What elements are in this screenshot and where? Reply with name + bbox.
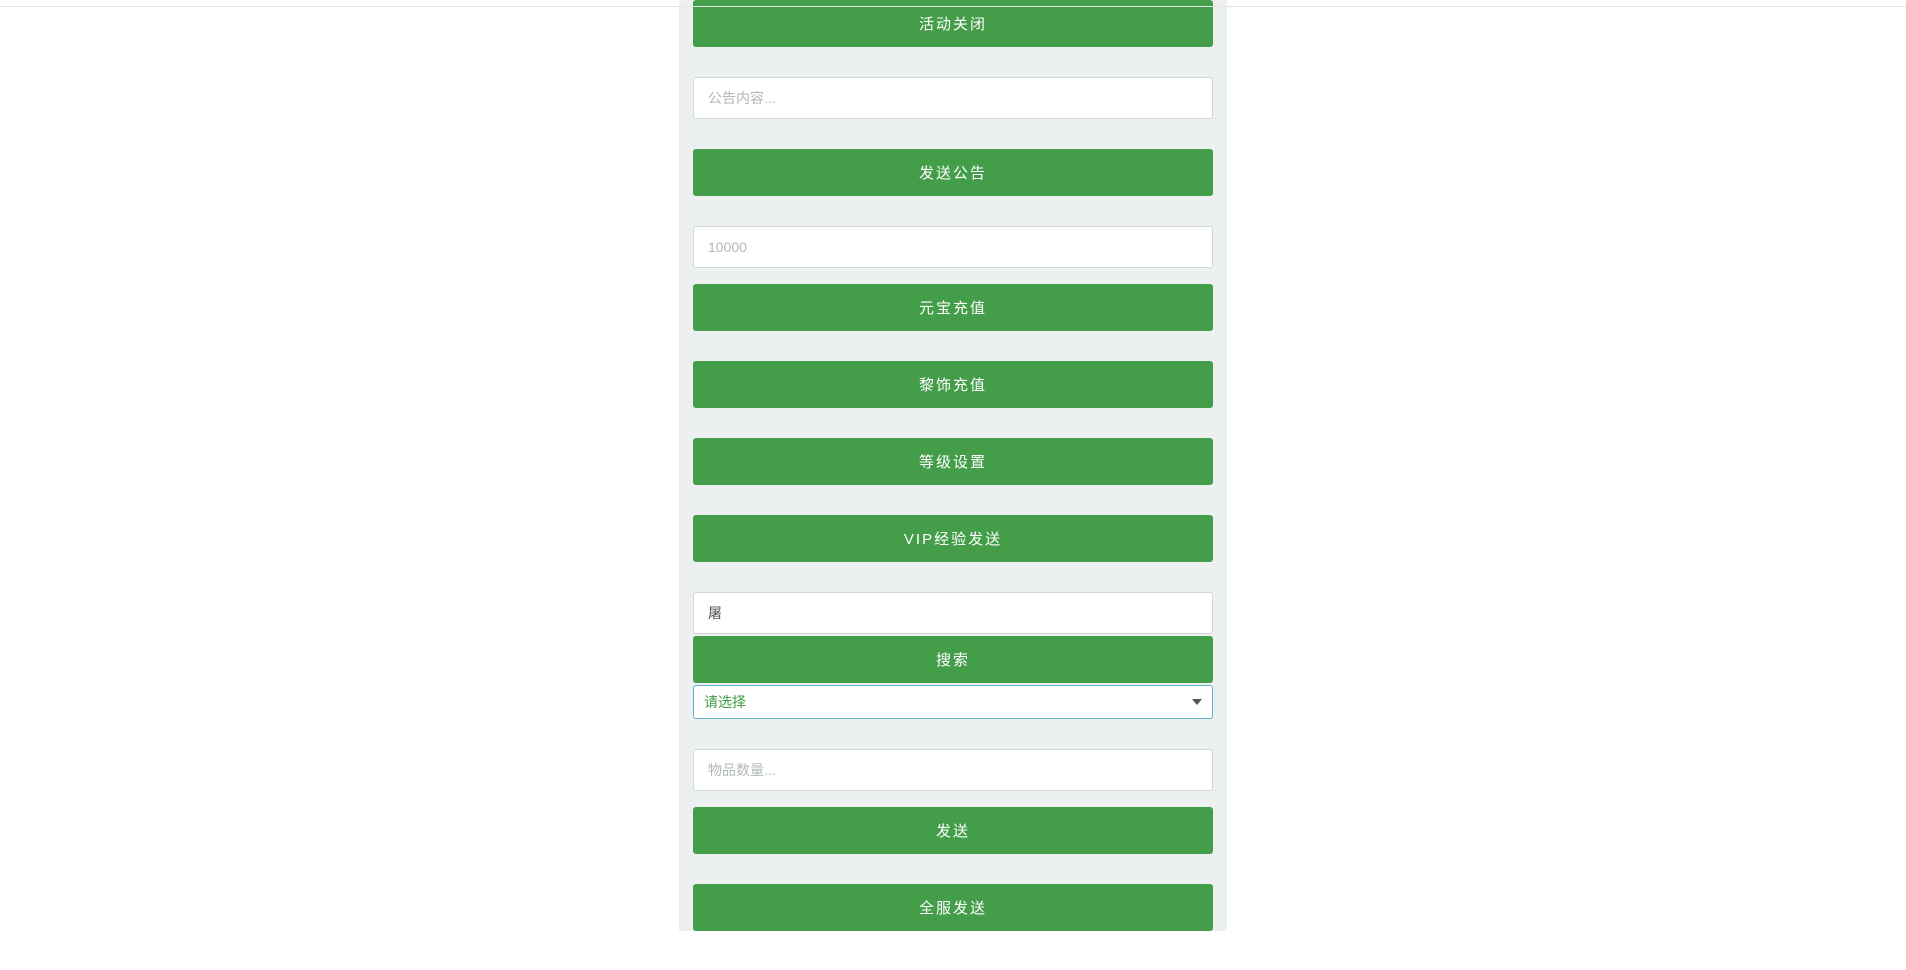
activity-close-button[interactable]: 活动关闭 xyxy=(693,0,1213,47)
level-setting-button[interactable]: 等级设置 xyxy=(693,438,1213,485)
search-input[interactable] xyxy=(693,592,1213,634)
amount-input[interactable] xyxy=(693,226,1213,268)
announcement-input[interactable] xyxy=(693,77,1213,119)
item-quantity-input[interactable] xyxy=(693,749,1213,791)
send-announcement-button[interactable]: 发送公告 xyxy=(693,149,1213,196)
page-wrapper: 活动关闭 发送公告 元宝充值 黎饰充值 等级设置 VIP经验发送 搜索 请选择 … xyxy=(0,0,1906,931)
search-button[interactable]: 搜索 xyxy=(693,636,1213,683)
item-select[interactable]: 请选择 xyxy=(693,685,1213,719)
send-button[interactable]: 发送 xyxy=(693,807,1213,854)
vip-exp-send-button[interactable]: VIP经验发送 xyxy=(693,515,1213,562)
decoration-recharge-button[interactable]: 黎饰充值 xyxy=(693,361,1213,408)
yuanbao-recharge-button[interactable]: 元宝充值 xyxy=(693,284,1213,331)
top-divider xyxy=(0,6,1906,7)
send-all-server-button[interactable]: 全服发送 xyxy=(693,884,1213,931)
content-panel: 活动关闭 发送公告 元宝充值 黎饰充值 等级设置 VIP经验发送 搜索 请选择 … xyxy=(679,0,1227,931)
